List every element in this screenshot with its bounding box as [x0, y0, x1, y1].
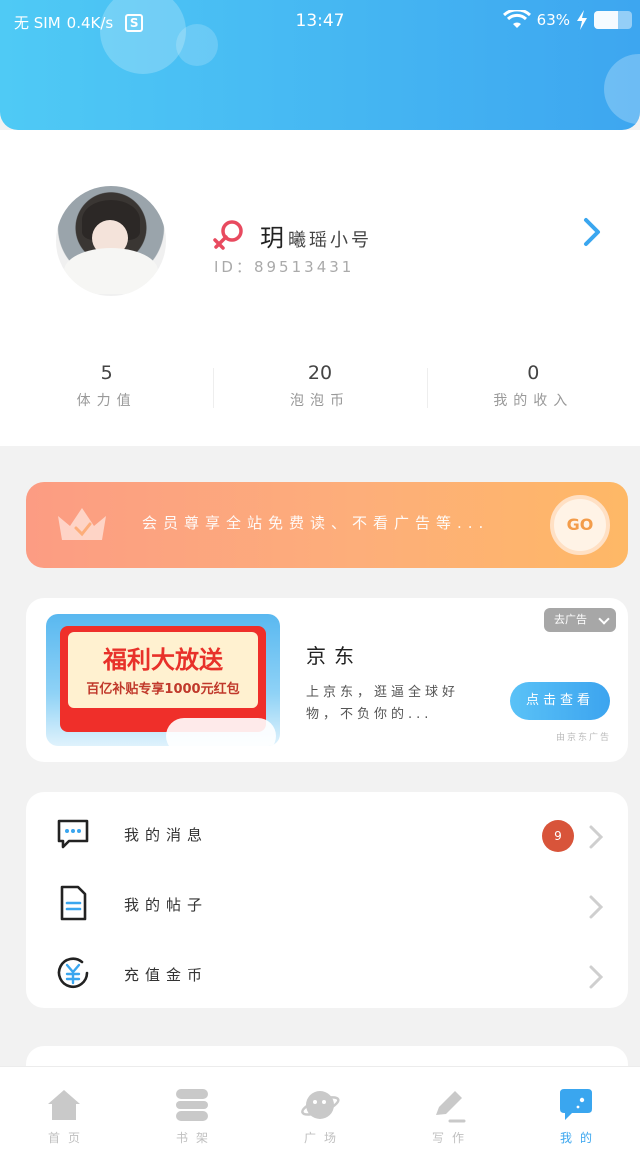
- stat-label: 泡泡币: [289, 393, 350, 409]
- remove-ad-dropdown[interactable]: 去广告: [544, 608, 616, 632]
- menu-label: 我的消息: [124, 826, 209, 844]
- stat-label: 我的收入: [493, 393, 574, 409]
- menu-label: 充值金币: [124, 966, 209, 984]
- status-bar: 无 SIM 0.4K/s S 13:47 63%: [0, 0, 640, 44]
- user-id: ID：89513431: [214, 258, 355, 276]
- tab-home[interactable]: 首页: [0, 1067, 128, 1160]
- avatar-scarf: [64, 248, 158, 294]
- ad-card[interactable]: 福利大放送 百亿补贴专享1000元红包 去广告 京东 上京东，逛逼全球好物，不负…: [26, 598, 628, 762]
- tab-label: 我的: [559, 1131, 600, 1145]
- ad-image[interactable]: 福利大放送 百亿补贴专享1000元红包: [46, 614, 280, 746]
- unread-badge: 9: [542, 820, 574, 852]
- ad-image-subline: 百亿补贴专享1000元红包: [86, 682, 240, 697]
- ad-title: 京东: [306, 644, 362, 668]
- planet-icon: [301, 1091, 340, 1119]
- menu-item-posts[interactable]: 我的帖子: [26, 866, 628, 936]
- ad-image-headline: 福利大放送: [103, 646, 223, 674]
- tab-square[interactable]: 广场: [256, 1067, 384, 1160]
- female-gender-icon: [213, 220, 243, 250]
- stat-value: 20: [307, 362, 333, 384]
- chevron-right-icon: [589, 895, 604, 919]
- stat-income[interactable]: 0 我的收入: [426, 362, 640, 422]
- stat-value: 0: [527, 362, 540, 384]
- vip-banner[interactable]: 会员尊享全站免费读、不看广告等... GO: [26, 482, 628, 568]
- view-ad-button[interactable]: 点击查看: [510, 682, 610, 720]
- chevron-right-icon[interactable]: [580, 216, 604, 248]
- stats-row: 5 体力值 20 泡泡币 0 我的收入: [0, 362, 640, 422]
- vip-promo-text: 会员尊享全站免费读、不看广告等...: [142, 514, 490, 532]
- stat-value: 5: [100, 362, 113, 384]
- message-icon: [57, 819, 89, 849]
- chevron-down-icon: [598, 613, 610, 625]
- avatar[interactable]: [56, 186, 166, 296]
- stat-label: 体力值: [76, 393, 137, 409]
- tab-label: 广场: [303, 1131, 344, 1145]
- menu-label: 我的帖子: [124, 896, 209, 914]
- tab-bookshelf[interactable]: 书架: [128, 1067, 256, 1160]
- document-icon: [60, 885, 87, 921]
- stat-stamina[interactable]: 5 体力值: [0, 362, 213, 422]
- decor-bubble: [604, 54, 640, 124]
- tab-label: 书架: [175, 1131, 216, 1145]
- tab-write[interactable]: 写作: [384, 1067, 512, 1160]
- charging-bolt-icon: [576, 10, 588, 30]
- ad-source-label: 由京东广告: [556, 733, 612, 743]
- username-rest: 曦瑶小号: [288, 230, 372, 251]
- username: 玥曦瑶小号: [260, 218, 372, 253]
- chat-bubble-icon: [560, 1089, 592, 1120]
- battery-level-fill: [594, 11, 618, 29]
- menu-item-recharge[interactable]: 充值金币: [26, 936, 628, 1006]
- stat-bubble-coins[interactable]: 20 泡泡币: [213, 362, 426, 422]
- username-main: 玥: [260, 224, 284, 252]
- tab-mine[interactable]: 我的: [512, 1067, 640, 1160]
- pen-icon: [436, 1091, 466, 1123]
- tab-label: 写作: [431, 1131, 472, 1145]
- ad-banner-panel: 福利大放送 百亿补贴专享1000元红包: [68, 632, 258, 708]
- battery-icon: [594, 11, 632, 29]
- menu-card: 我的消息 9 我的帖子 充值金币: [26, 792, 628, 1008]
- yen-coin-icon: [57, 957, 89, 989]
- profile-card[interactable]: 玥曦瑶小号 ID：89513431 5 体力值 20 泡泡币 0 我的收入: [0, 130, 640, 446]
- remove-ad-label: 去广告: [554, 613, 587, 626]
- ad-description: 上京东，逛逼全球好物，不负你的...: [306, 685, 460, 722]
- chevron-right-icon: [589, 825, 604, 849]
- bookshelf-icon: [176, 1089, 208, 1121]
- chevron-right-icon: [589, 965, 604, 989]
- tab-label: 首页: [47, 1131, 88, 1145]
- wifi-icon: [502, 10, 531, 30]
- bottom-nav: 首页 书架 广场 写作 我的: [0, 1066, 640, 1160]
- crown-icon: [58, 508, 106, 540]
- menu-item-messages[interactable]: 我的消息 9: [26, 796, 628, 866]
- battery-percent: 63%: [536, 11, 570, 29]
- home-icon: [48, 1090, 80, 1120]
- go-button[interactable]: GO: [550, 495, 610, 555]
- ad-cloud-decor: [166, 718, 276, 746]
